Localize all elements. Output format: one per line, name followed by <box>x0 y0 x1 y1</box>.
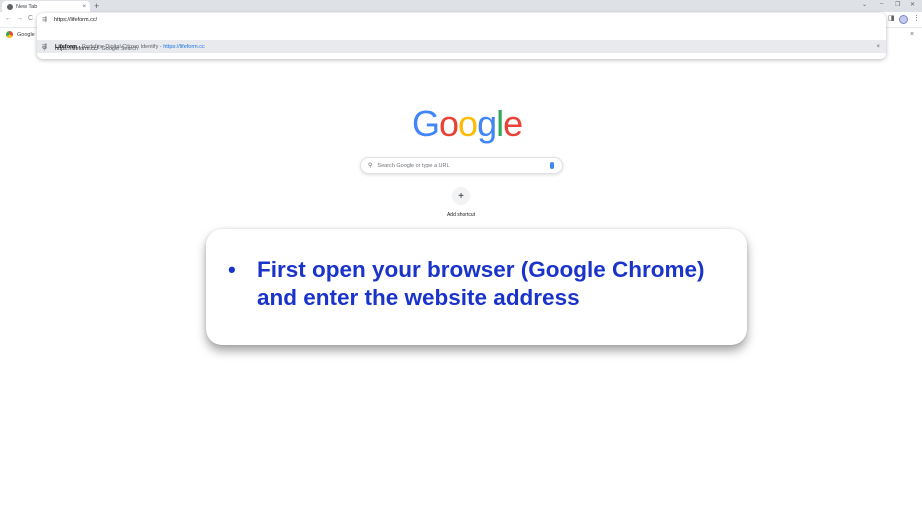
address-input[interactable]: https://lifeform.cc/ <box>54 17 97 23</box>
restore-button[interactable]: ❐ <box>895 1 900 8</box>
callout-text: First open your browser (Google Chrome) … <box>257 257 705 310</box>
ntp-search-box[interactable]: ⚲ Search Google or type a URL <box>360 157 563 174</box>
menu-button[interactable]: ⋮ <box>913 14 920 22</box>
tab-title: New Tab <box>16 3 38 10</box>
minimize-button[interactable]: – <box>880 1 883 7</box>
search-placeholder[interactable]: Search Google or type a URL <box>377 163 550 169</box>
logo-letter: G <box>412 103 440 144</box>
omnibox-dropdown: ⇶ https://lifeform.cc/ ⇶ Lifeform - Rede… <box>37 13 886 59</box>
search-icon: ⚲ <box>42 46 47 52</box>
back-button[interactable]: ← <box>5 15 12 22</box>
logo-letter: g <box>477 103 497 144</box>
logo-letter: e <box>503 103 523 144</box>
callout-bullet: • <box>228 257 236 282</box>
logo-letter: l <box>496 103 504 144</box>
profile-avatar[interactable] <box>899 15 908 24</box>
bookmark-label: Google <box>17 31 35 38</box>
tab-new-tab[interactable]: New Tab × <box>2 1 90 12</box>
tab-strip: New Tab × + ⌄ – ❐ ✕ <box>0 0 922 12</box>
site-info-icon[interactable]: ⇶ <box>42 16 54 23</box>
omnibox-suggestion-search[interactable]: ⚲ https://lifeform.cc/ - Google Search <box>37 42 886 55</box>
forward-button[interactable]: → <box>16 15 23 22</box>
tab-search-icon[interactable]: ⌄ <box>862 1 867 8</box>
logo-letter: o <box>439 103 459 144</box>
logo-letter: o <box>458 103 478 144</box>
new-tab-button[interactable]: + <box>94 1 99 11</box>
tab-close-icon[interactable]: × <box>82 4 86 10</box>
tab-favicon-icon <box>7 3 13 10</box>
google-logo: Google <box>412 103 523 144</box>
address-bar[interactable]: ⇶ https://lifeform.cc/ <box>37 13 886 26</box>
suggestion-description: - Google Search <box>98 45 139 52</box>
google-favicon-icon <box>6 31 13 38</box>
reload-button[interactable]: C <box>28 15 33 22</box>
add-shortcut-button[interactable]: + <box>452 187 470 205</box>
close-window-button[interactable]: ✕ <box>910 1 915 8</box>
suggestion-query: https://lifeform.cc/ <box>55 45 99 52</box>
bookmark-close-icon[interactable]: × <box>910 31 914 38</box>
search-icon: ⚲ <box>368 163 373 169</box>
instruction-callout: • First open your browser (Google Chrome… <box>206 229 747 345</box>
side-panel-icon[interactable]: ◨ <box>888 14 895 22</box>
microphone-icon[interactable] <box>550 162 554 169</box>
bookmark-google[interactable]: Google <box>6 31 35 38</box>
add-shortcut-label[interactable]: Add shortcut <box>436 212 486 218</box>
